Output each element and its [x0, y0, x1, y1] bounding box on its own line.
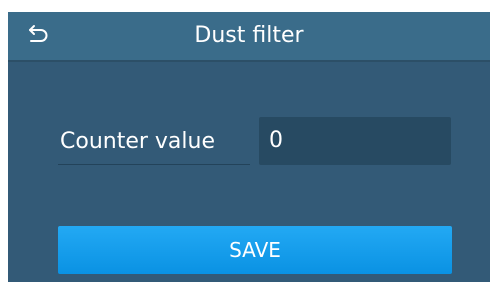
counter-value-row: Counter value 0 — [58, 117, 452, 167]
back-arrow-icon — [27, 22, 51, 51]
dust-filter-screen: Dust filter Counter value 0 SAVE — [8, 12, 490, 282]
page-title: Dust filter — [194, 23, 304, 48]
counter-value-label: Counter value — [58, 117, 250, 165]
back-button[interactable] — [8, 12, 70, 60]
save-button[interactable]: SAVE — [58, 226, 452, 274]
header-bar: Dust filter — [8, 12, 490, 62]
counter-value-field[interactable]: 0 — [259, 117, 451, 165]
